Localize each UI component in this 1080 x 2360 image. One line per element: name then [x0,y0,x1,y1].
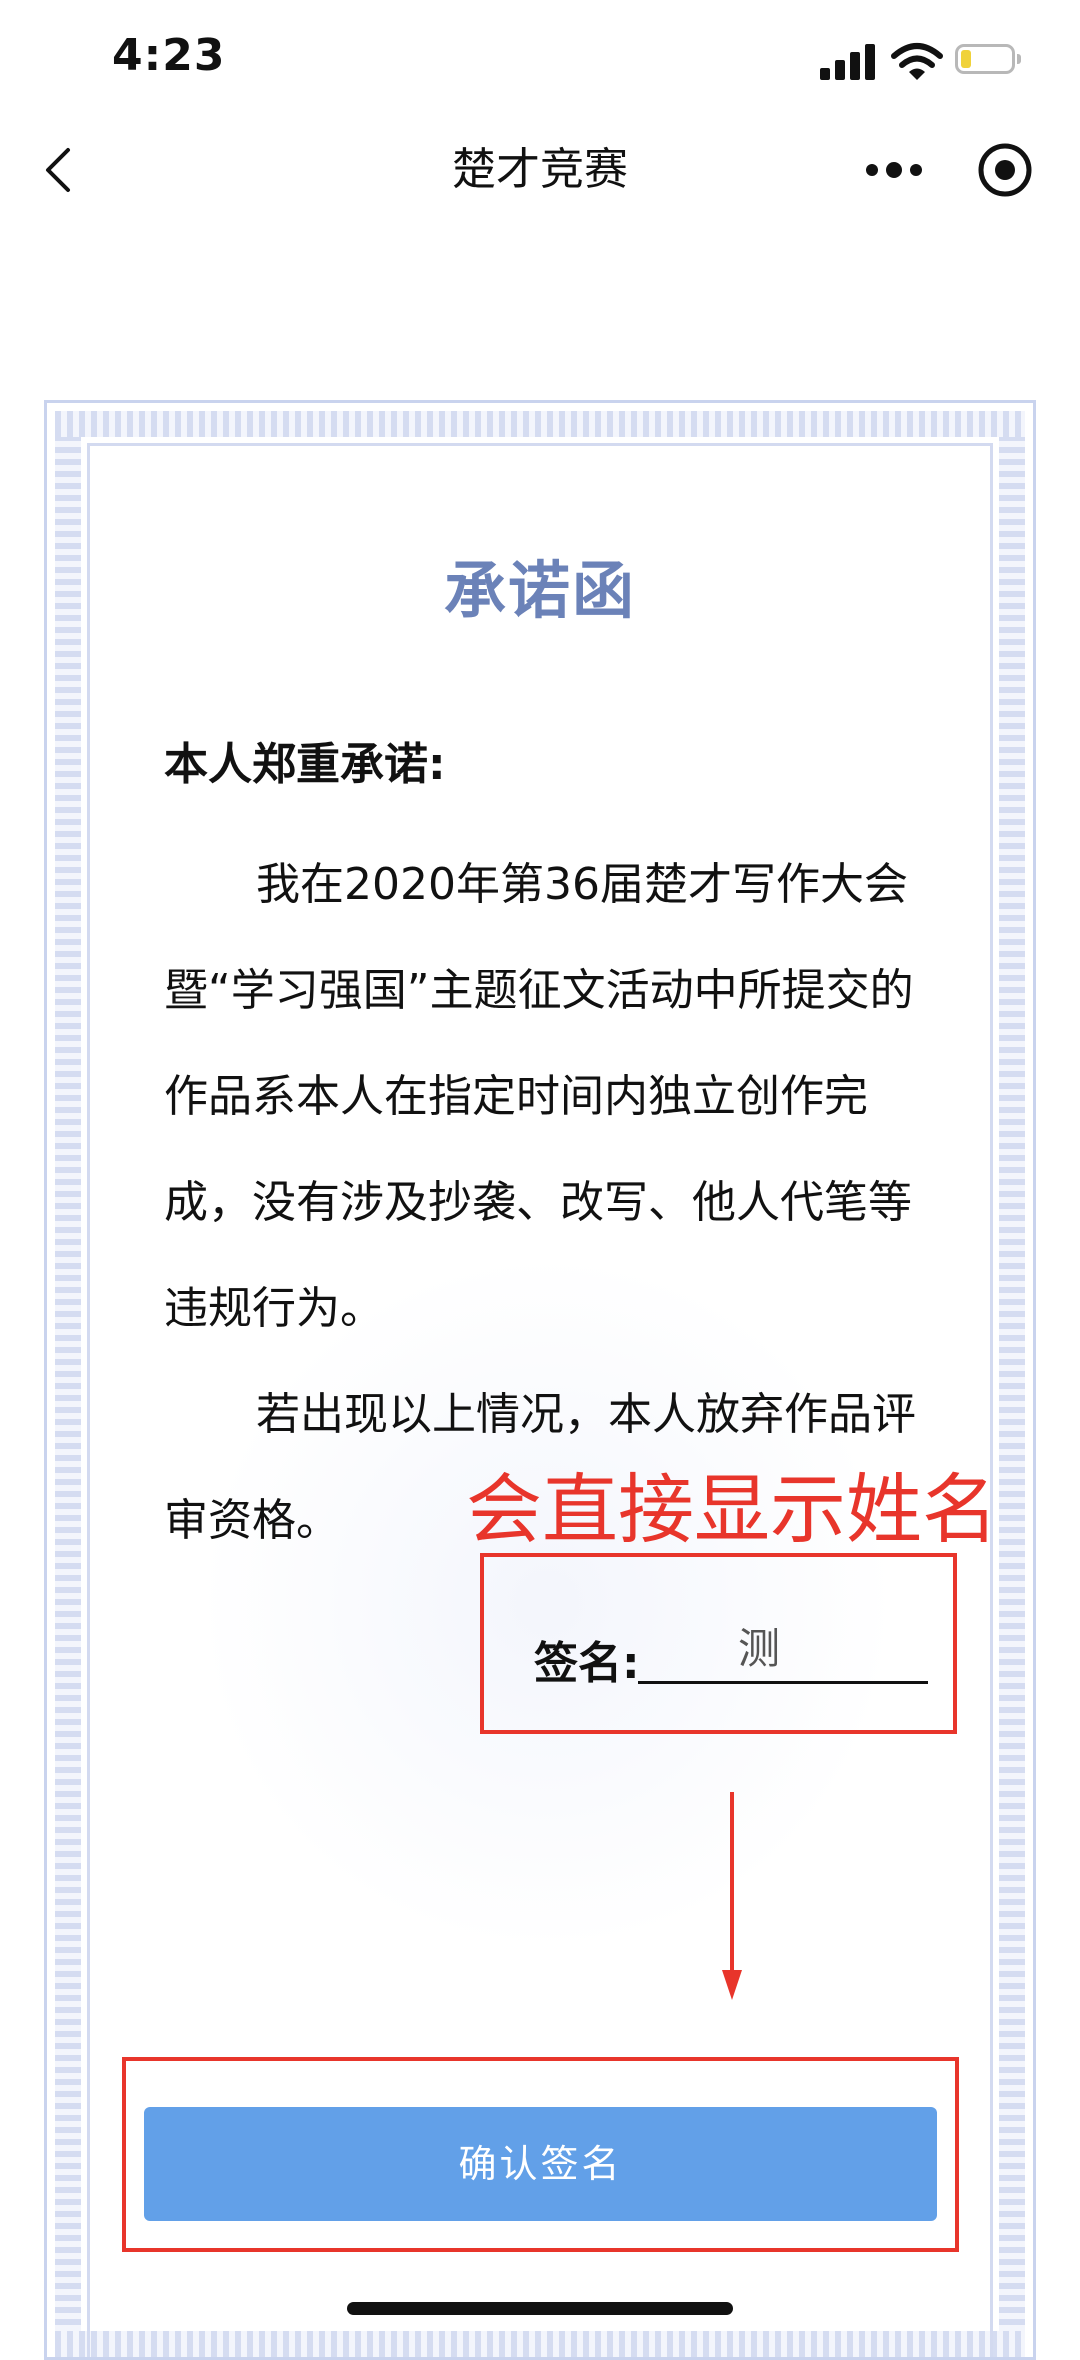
nav-title: 楚才竞赛 [452,144,628,195]
status-time: 4:23 [112,30,226,81]
nav-bar: 楚才竞赛 [0,120,1080,220]
confirm-signature-button[interactable]: 确认签名 [144,2107,937,2221]
signal-icon [820,40,876,84]
document-title: 承诺函 [443,554,636,627]
document-heading: 本人郑重承诺: [164,739,446,790]
battery-icon [955,44,1021,74]
home-indicator[interactable] [347,2302,733,2315]
annotation-arrow-icon [722,1792,742,2000]
back-icon[interactable] [30,140,90,200]
signature-value[interactable]: 测 [738,1615,780,1676]
annotation-text: 会直接显示姓名 [466,1465,998,1554]
wifi-icon [891,43,943,80]
signature-line [638,1681,928,1684]
record-icon[interactable] [975,140,1035,200]
document-paragraph-1: 我在2020年第36届楚才写作大会暨“学习强国”主题征文活动中所提交的作品系本人… [164,859,914,1334]
status-bar: 4:23 [0,0,1080,120]
signature-highlight-box: 签名: 测 [480,1553,957,1734]
signature-label: 签名: [534,1638,640,1689]
status-icons [820,40,1021,84]
battery-level [961,50,971,68]
more-icon[interactable] [862,142,926,198]
